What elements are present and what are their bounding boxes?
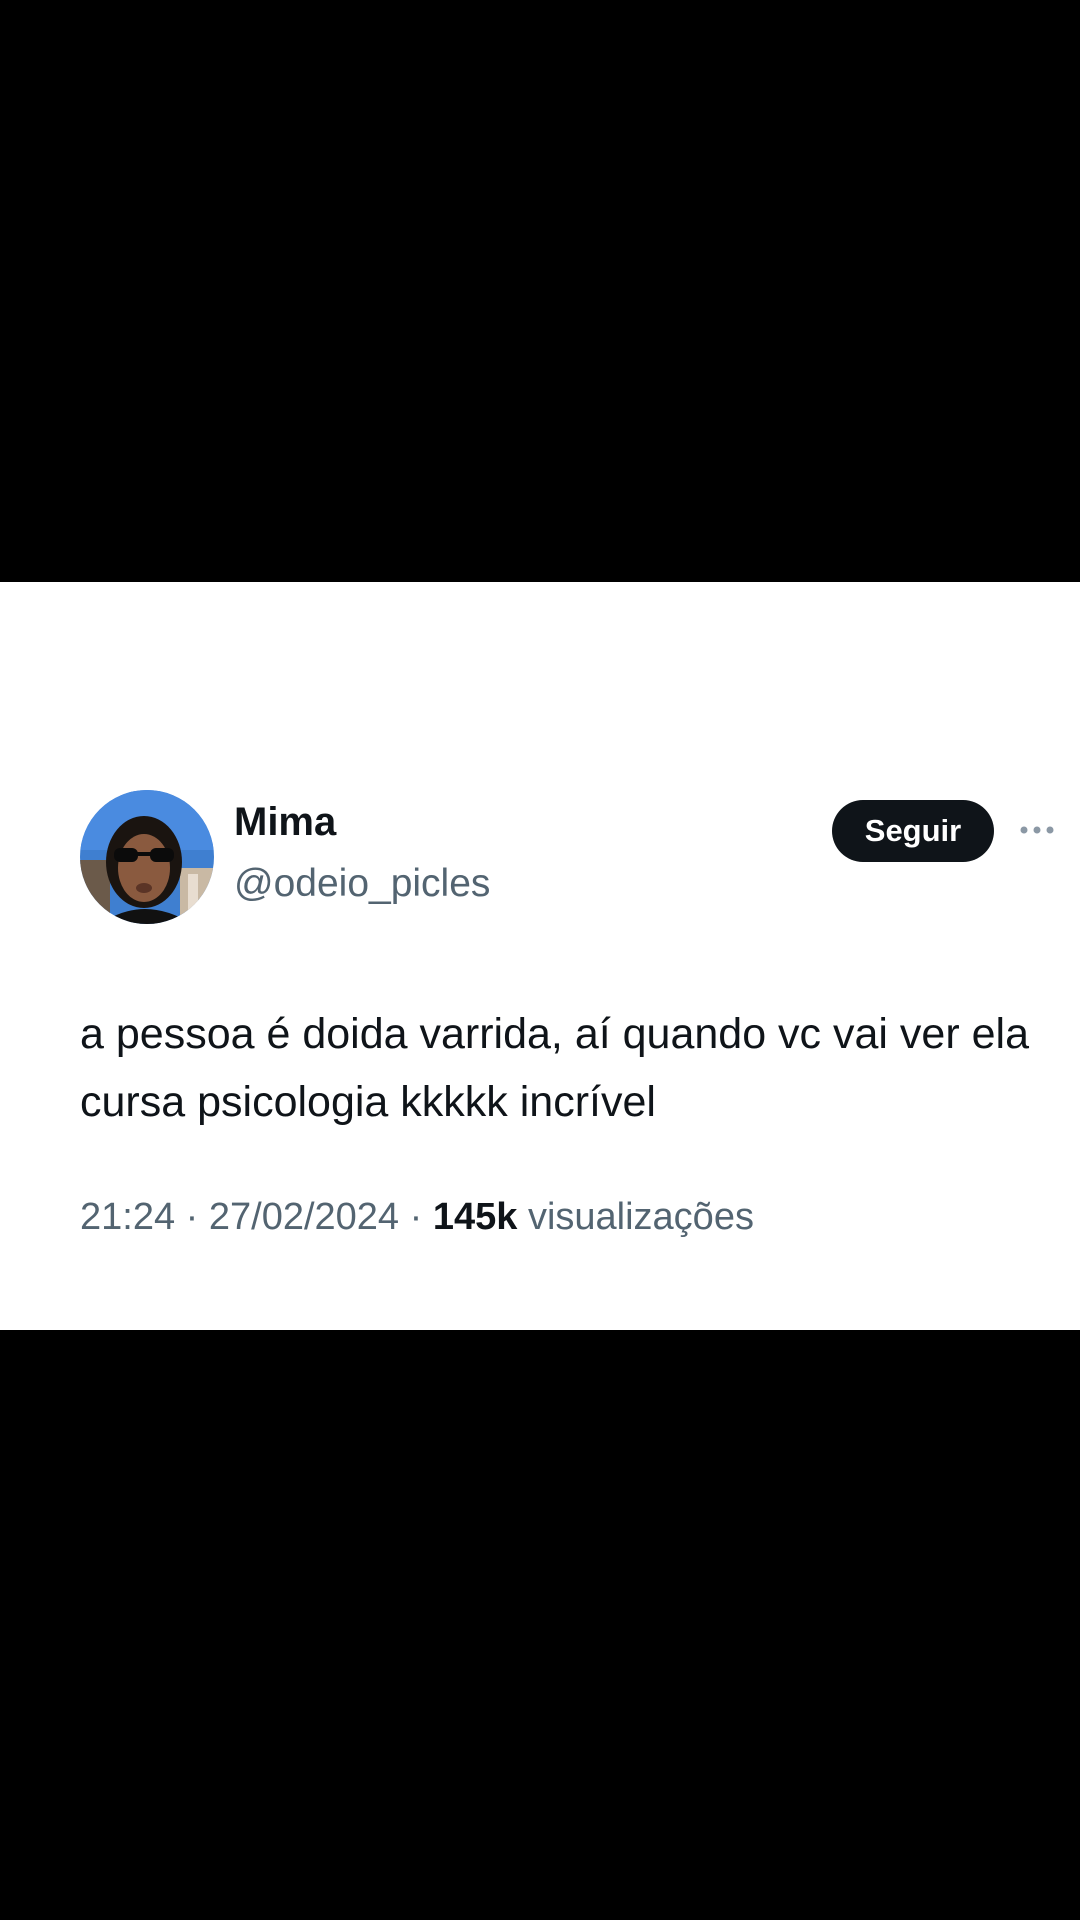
tweet-meta: 21:24 · 27/02/2024 · 145k visualizações [80, 1198, 754, 1236]
meta-separator: · [185, 1196, 199, 1238]
follow-button[interactable]: Seguir [832, 800, 994, 862]
screen: Mima @odeio_picles Seguir a pessoa é doi… [0, 0, 1080, 1920]
avatar-image [80, 790, 214, 924]
tweet-time[interactable]: 21:24 [80, 1196, 175, 1238]
tweet-date[interactable]: 27/02/2024 [209, 1196, 399, 1238]
avatar[interactable] [80, 790, 214, 924]
tweet-card: Mima @odeio_picles Seguir a pessoa é doi… [0, 582, 1080, 1330]
tweet-text: a pessoa é doida varrida, aí quando vc v… [80, 1010, 1029, 1126]
views-count[interactable]: 145k [433, 1196, 518, 1238]
more-horizontal-icon[interactable] [1018, 820, 1056, 840]
views-label: visualizações [527, 1196, 754, 1238]
meta-separator: · [409, 1196, 423, 1238]
author-display-name[interactable]: Mima [234, 802, 336, 842]
author-handle[interactable]: @odeio_picles [234, 864, 490, 903]
